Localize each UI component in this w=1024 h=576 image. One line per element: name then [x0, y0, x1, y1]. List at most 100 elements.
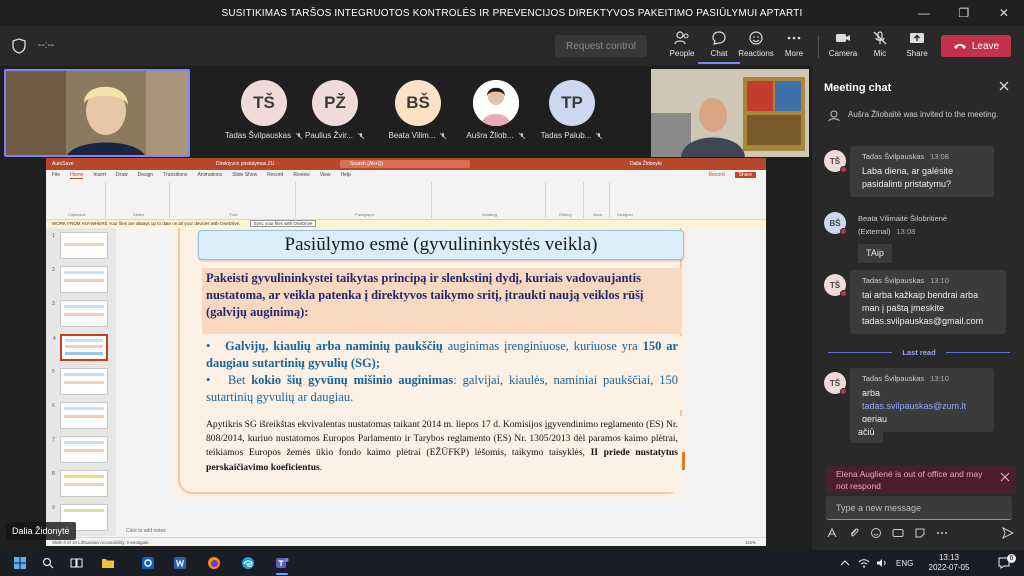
reactions-button[interactable]: Reactions [735, 30, 777, 64]
volume-icon[interactable] [876, 558, 888, 568]
gif-icon[interactable] [892, 527, 904, 539]
share-button[interactable]: Share [896, 30, 938, 64]
ppt-zoom[interactable]: 116% [745, 538, 756, 546]
ppt-menu-file[interactable]: File [52, 172, 60, 178]
system-message: Aušra Žliobaitė was invited to the meeti… [828, 110, 1018, 122]
ppt-search[interactable]: Search (Alt+Q) [340, 160, 470, 168]
edge-icon [242, 557, 254, 569]
ppt-share-button[interactable]: Share [734, 172, 756, 178]
self-video-tile[interactable] [4, 69, 190, 157]
taskbar-clock[interactable]: 13:13 2022-07-05 [920, 553, 978, 573]
chat-button[interactable]: Chat [698, 30, 740, 64]
chat-bubble[interactable]: Tadas Švilpauskas 13:08 Laba diena, ar ga… [850, 146, 994, 197]
start-button[interactable] [6, 553, 34, 573]
slide-bullet: • Bet kokio šių gyvūnų mišinio auginimas… [206, 373, 679, 404]
sticker-icon[interactable] [914, 527, 926, 539]
slide-bullet: • Galvijų, kiaulių arba naminių paukščių… [206, 339, 678, 370]
slide-notes[interactable]: Click to add notes [116, 526, 766, 537]
chat-icon [712, 31, 726, 45]
request-control-button[interactable]: Request control [555, 35, 647, 57]
meeting-chat-panel: Meeting chat Aušra Žliobaitė was invited… [812, 66, 1024, 550]
wifi-icon[interactable] [858, 558, 870, 568]
chat-bubble[interactable]: Beata Vilimaitė Šilobritienė (External) 1… [850, 208, 1012, 269]
camera-button[interactable]: Camera [822, 30, 864, 64]
slide-thumbnail[interactable]: 3 [52, 300, 108, 327]
meeting-stage: TŠ Tadas Švilpauskas PŽ Paulius Žvir... … [0, 66, 812, 550]
participant-tile[interactable]: TP Tadas Palub... [536, 80, 608, 140]
chat-text: ačiū [858, 427, 875, 437]
chat-bubble[interactable]: ačiū [850, 422, 883, 443]
camera-label: Camera [828, 49, 858, 58]
ppt-menu-animations[interactable]: Animations [197, 172, 222, 178]
slide-thumbnail[interactable]: 7 [52, 436, 108, 463]
slide-thumbnail-selected[interactable]: 4 [53, 334, 108, 361]
slide-thumbnail[interactable]: 6 [52, 402, 108, 429]
ppt-record-button[interactable]: Record [709, 172, 725, 178]
chat-bubble[interactable]: Tadas Švilpauskas 13:10 tai arba kažkaip … [850, 270, 1006, 334]
participant-tile[interactable]: TŠ Tadas Švilpauskas [224, 80, 303, 140]
teams-button[interactable] [268, 553, 296, 575]
maximize-button[interactable]: ❐ [944, 0, 984, 26]
minimize-button[interactable]: — [904, 0, 944, 26]
chat-avatar: TŠ [824, 150, 847, 173]
window-title: SUSITIKIMAS TARŠOS INTEGRUOTOS KONTROLĖS… [221, 7, 803, 19]
send-icon[interactable] [1002, 527, 1014, 539]
chevron-up-icon[interactable] [840, 559, 850, 567]
attach-icon[interactable] [848, 527, 860, 539]
slide-thumbnail[interactable]: 1 [52, 232, 108, 259]
more-button[interactable]: More [773, 30, 815, 64]
chat-time: 13:10 [930, 276, 949, 285]
last-read-divider: Last read [828, 346, 1011, 358]
language-indicator[interactable]: ENG [896, 559, 913, 568]
ppt-menu-help[interactable]: Help [340, 172, 350, 178]
emoji-icon[interactable] [870, 527, 882, 539]
ppt-ribbon: Clipboard Slides Font Paragraph Drawing … [46, 180, 766, 220]
participant-name: Paulius Žvir... [304, 131, 353, 140]
clock-date: 2022-07-05 [928, 563, 970, 572]
people-button[interactable]: People [661, 30, 703, 64]
remote-video-tile[interactable] [651, 69, 809, 157]
format-icon[interactable] [826, 527, 838, 539]
participant-tile[interactable]: Aušra Žliob... [460, 80, 532, 140]
ppt-menu-draw[interactable]: Draw [116, 172, 128, 178]
more-icon [787, 36, 801, 40]
firefox-button[interactable] [200, 553, 228, 573]
ppt-menu-review[interactable]: Review [293, 172, 309, 178]
task-view-button[interactable] [62, 553, 90, 573]
file-explorer-button[interactable] [94, 553, 122, 573]
chat-text: arba tadas.svilpauskas@zum.lt geriau [862, 388, 967, 424]
ppt-menu-insert[interactable]: Insert [93, 172, 106, 178]
participant-name: Beata Vilim... [388, 131, 436, 140]
ppt-menu-transitions[interactable]: Transitions [163, 172, 187, 178]
participant-name: Tadas Švilpauskas [224, 131, 292, 140]
participant-tile[interactable]: BŠ Beata Vilim... [382, 80, 454, 140]
ppt-menu-record[interactable]: Record [267, 172, 283, 178]
task-view-icon [70, 558, 82, 568]
email-link[interactable]: tadas.svilpauskas@zum.lt [862, 401, 966, 411]
ppt-menu-home[interactable]: Home [70, 172, 84, 179]
search-button[interactable] [34, 553, 62, 573]
close-window-button[interactable]: ✕ [984, 0, 1024, 26]
participant-tile[interactable]: PŽ Paulius Žvir... [299, 80, 371, 140]
edge-button[interactable] [234, 553, 262, 573]
chat-label: Chat [710, 49, 728, 58]
slide-summary-box: Pakeisti gyvulininkystei taikytas princi… [202, 268, 682, 334]
ppt-menu-design[interactable]: Design [138, 172, 154, 178]
ppt-sync-button[interactable]: Sync your files with OneDrive [249, 220, 317, 227]
outlook-button[interactable] [134, 553, 162, 573]
meeting-toolbar: --:-- Request control People Chat Reacti… [0, 26, 1024, 66]
close-icon[interactable] [998, 80, 1010, 92]
message-compose-input[interactable]: Type a new message [826, 496, 1012, 520]
close-icon[interactable] [1000, 472, 1010, 482]
notifications-button[interactable]: 6 [990, 553, 1018, 573]
more-options-icon[interactable] [936, 527, 948, 539]
slide-thumbnail[interactable]: 2 [52, 266, 108, 293]
participant-avatar: PŽ [312, 80, 358, 126]
leave-button[interactable]: Leave [941, 35, 1011, 57]
slide-thumbnail[interactable]: 8 [52, 470, 108, 497]
ppt-menu-view[interactable]: View [320, 172, 331, 178]
mic-button[interactable]: Mic [859, 30, 901, 64]
ppt-menu-slideshow[interactable]: Slide Show [232, 172, 257, 178]
slide-thumbnail[interactable]: 5 [52, 368, 108, 395]
word-button[interactable] [166, 553, 194, 573]
